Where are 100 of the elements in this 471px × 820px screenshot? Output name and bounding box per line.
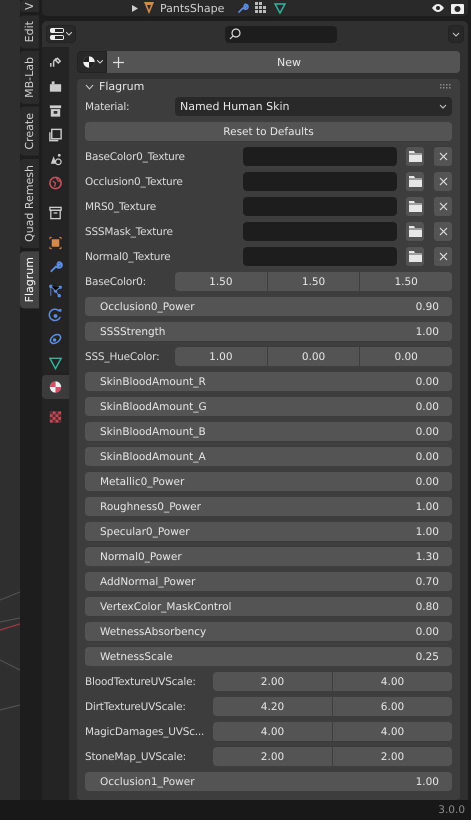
number-field[interactable]: VertexColor_MaskControl 0.80 — [85, 597, 452, 616]
slider-label: VertexColor_MaskControl — [100, 600, 232, 612]
number-field[interactable]: 1.50 — [268, 272, 360, 291]
close-icon — [438, 252, 448, 261]
number-field[interactable]: Metallic0_Power 0.00 — [85, 472, 452, 491]
options-dropdown[interactable] — [448, 25, 464, 43]
number-field[interactable]: WetnessScale 0.25 — [85, 647, 452, 666]
sidebar-tab[interactable]: Edit — [20, 15, 39, 48]
browse-folder-button[interactable] — [406, 222, 424, 241]
version-text: 3.0.0 — [438, 804, 465, 816]
material-dropdown[interactable]: Named Human Skin — [175, 97, 452, 116]
eye-icon[interactable] — [431, 3, 445, 13]
vector-label: BloodTextureUVScale: — [85, 676, 197, 688]
close-icon — [438, 177, 448, 186]
number-field[interactable]: 0.00 — [268, 347, 360, 366]
texture-path-field[interactable] — [243, 222, 397, 241]
texture-label: SSSMask_Texture — [85, 226, 174, 238]
folder-icon — [408, 226, 422, 237]
number-field[interactable]: 6.00 — [333, 697, 452, 716]
collapse-chevron-icon[interactable] — [85, 84, 94, 90]
material-ball-icon — [82, 55, 96, 69]
slider-value: 0.25 — [416, 650, 439, 662]
slider-label: Specular0_Power — [100, 526, 190, 538]
number-field[interactable]: Roughness0_Power 1.00 — [85, 497, 452, 516]
clear-button[interactable] — [434, 247, 452, 266]
vector-label: BaseColor0: — [85, 276, 147, 288]
number-field[interactable]: WetnessAbsorbency 0.00 — [85, 622, 452, 641]
sidebar-tab[interactable]: V — [20, 0, 39, 12]
panel-title: Flagrum — [99, 80, 146, 93]
drag-handle-icon[interactable] — [440, 84, 452, 89]
number-field[interactable]: Occlusion0_Power 0.90 — [85, 297, 452, 316]
slider-label: Roughness0_Power — [100, 500, 201, 512]
caret-icon — [439, 104, 447, 109]
editor-type-icon — [50, 28, 64, 40]
texture-label: Normal0_Texture — [85, 250, 172, 262]
slider-value: 1.00 — [416, 776, 439, 788]
vector-label: DirtTextureUVScale: — [85, 700, 187, 712]
sidebar-tab[interactable]: Create — [20, 107, 39, 156]
number-field[interactable]: 2.00 — [213, 747, 332, 766]
texture-path-field[interactable] — [243, 247, 397, 266]
number-field[interactable]: 4.00 — [213, 722, 332, 741]
vector-label: MagicDamages_UVSc... — [85, 726, 206, 738]
expand-arrow-icon[interactable] — [132, 4, 138, 12]
new-material-button[interactable]: New — [107, 51, 460, 73]
number-field[interactable]: SkinBloodAmount_B 0.00 — [85, 422, 452, 441]
number-field[interactable]: SSSStrength 1.00 — [85, 322, 452, 341]
browse-folder-button[interactable] — [406, 147, 424, 166]
slider-value: 0.90 — [416, 300, 439, 312]
slider-value: 0.70 — [416, 576, 439, 588]
sidebar-tab[interactable]: Quad Remesh — [20, 158, 39, 248]
number-field[interactable]: 0.00 — [360, 347, 452, 366]
sidebar-tab[interactable]: MB-Lab — [20, 51, 39, 104]
number-field[interactable]: 4.20 — [213, 697, 332, 716]
slider-value: 0.00 — [416, 450, 439, 462]
number-field[interactable]: SkinBloodAmount_R 0.00 — [85, 372, 452, 391]
number-field[interactable]: 1.50 — [360, 272, 452, 291]
reset-button[interactable]: Reset to Defaults — [85, 122, 452, 141]
number-field[interactable]: 1.00 — [175, 347, 267, 366]
number-field[interactable]: 2.00 — [333, 747, 452, 766]
texture-path-field[interactable] — [243, 172, 397, 191]
slider-label: SkinBloodAmount_B — [100, 426, 206, 438]
caret-icon — [96, 60, 102, 64]
browse-folder-button[interactable] — [406, 172, 424, 191]
browse-folder-button[interactable] — [406, 197, 424, 216]
slider-value: 0.00 — [416, 376, 439, 388]
slider-value: 0.00 — [416, 476, 439, 488]
slider-value: 0.00 — [416, 400, 439, 412]
material-label: Material: — [85, 100, 130, 112]
number-field[interactable]: Specular0_Power 1.00 — [85, 522, 452, 541]
close-icon — [438, 202, 448, 211]
number-field[interactable]: AddNormal_Power 0.70 — [85, 572, 452, 591]
clear-button[interactable] — [434, 197, 452, 216]
search-field[interactable] — [225, 26, 337, 42]
clear-button[interactable] — [434, 222, 452, 241]
browse-folder-button[interactable] — [406, 247, 424, 266]
camera-icon[interactable] — [451, 2, 464, 14]
texture-path-field[interactable] — [243, 147, 397, 166]
material-browse-button[interactable] — [77, 51, 107, 73]
number-field[interactable]: 1.50 — [175, 272, 267, 291]
vector-label: StoneMap_UVScale: — [85, 750, 187, 762]
triangle-icon — [273, 2, 288, 14]
number-field[interactable]: 2.00 — [213, 672, 332, 691]
editor-type-button[interactable] — [46, 25, 76, 43]
number-field[interactable]: Occlusion1_Power 1.00 — [85, 772, 452, 791]
sidebar-tab[interactable]: Flagrum — [20, 250, 39, 308]
wrench-icon — [236, 2, 250, 14]
slider-label: AddNormal_Power — [100, 576, 196, 588]
object-name: PantsShape — [160, 2, 224, 14]
clear-button[interactable] — [434, 172, 452, 191]
number-field[interactable]: SkinBloodAmount_A 0.00 — [85, 447, 452, 466]
number-field[interactable]: Normal0_Power 1.30 — [85, 547, 452, 566]
clear-button[interactable] — [434, 147, 452, 166]
slider-label: WetnessScale — [100, 650, 173, 662]
texture-label: BaseColor0_Texture — [85, 150, 186, 162]
number-field[interactable]: 4.00 — [333, 672, 452, 691]
number-field[interactable]: 4.00 — [333, 722, 452, 741]
texture-path-field[interactable] — [243, 197, 397, 216]
close-icon — [438, 152, 448, 161]
number-field[interactable]: SkinBloodAmount_G 0.00 — [85, 397, 452, 416]
caret-icon — [452, 32, 460, 36]
